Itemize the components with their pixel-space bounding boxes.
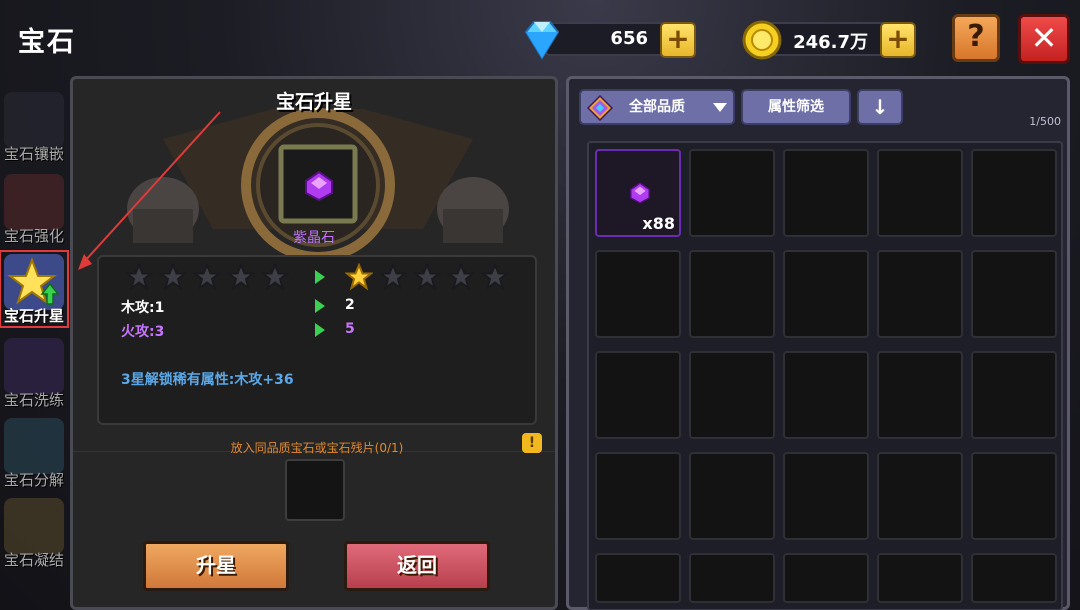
inventory-slot[interactable]	[783, 149, 869, 237]
amethyst-gem-icon	[305, 170, 333, 202]
current-star	[227, 263, 255, 291]
next-star	[481, 263, 509, 291]
tab-label: 宝石分解	[3, 471, 64, 489]
stats-box: 木攻:1 2 火攻:3 5 3星解锁稀有属性:木攻+36	[97, 255, 537, 425]
page-title: 宝石	[18, 27, 76, 58]
rainbow-gem-icon	[587, 95, 613, 121]
diamond-value: 656	[610, 28, 648, 49]
stat-wood-attack-next: 2	[345, 297, 355, 313]
quality-filter-label: 全部品质	[629, 99, 685, 115]
inventory-slot[interactable]	[595, 250, 681, 338]
gem-inlay-icon	[4, 92, 64, 148]
star-rating-row	[99, 263, 535, 293]
inventory-slot[interactable]	[971, 250, 1057, 338]
close-button[interactable]: ✕	[1018, 14, 1070, 64]
upgrade-star-button[interactable]: 升星	[143, 541, 289, 591]
inventory-slot[interactable]	[689, 553, 775, 603]
help-button[interactable]: ?	[952, 14, 1000, 62]
inventory-slot[interactable]	[877, 553, 963, 603]
inventory-slot[interactable]	[877, 351, 963, 439]
upgrade-panel: 宝石升星 紫晶石 木攻:1 2 火攻:3 5 3星解锁稀有属性:木攻+36 放入…	[70, 76, 558, 610]
arrow-right-icon	[315, 323, 325, 337]
quality-filter-dropdown[interactable]: 全部品质	[579, 89, 735, 125]
inventory-slot[interactable]	[971, 452, 1057, 540]
stat-fire-attack-next: 5	[345, 321, 355, 337]
active-tab-highlight	[0, 250, 69, 328]
tab-gem-condense[interactable]: 宝石凝结	[0, 494, 68, 570]
inventory-slot[interactable]	[595, 452, 681, 540]
gold-coin-icon	[742, 20, 782, 60]
rare-unlock-label: 3星解锁稀有属性:	[121, 372, 235, 388]
tab-gem-enhance[interactable]: 宝石强化	[0, 170, 68, 246]
inventory-slot[interactable]	[595, 351, 681, 439]
inventory-slot[interactable]	[783, 250, 869, 338]
inventory-slot[interactable]	[971, 351, 1057, 439]
material-slot[interactable]	[285, 459, 345, 521]
current-star	[193, 263, 221, 291]
arrow-right-icon	[315, 270, 325, 284]
inventory-slot[interactable]	[689, 149, 775, 237]
next-star	[413, 263, 441, 291]
diamond-icon	[524, 21, 560, 60]
attribute-filter-label: 属性筛选	[768, 99, 824, 115]
sort-down-icon: ↓	[871, 95, 889, 119]
inventory-slot[interactable]	[877, 452, 963, 540]
gem-condense-icon	[4, 498, 64, 554]
item-quantity: x88	[642, 214, 675, 233]
tab-gem-inlay[interactable]: 宝石镶嵌	[0, 88, 68, 164]
gold-value: 246.7万	[793, 32, 868, 53]
current-star	[125, 263, 153, 291]
inventory-slot[interactable]	[877, 149, 963, 237]
inventory-slot[interactable]	[783, 452, 869, 540]
next-star	[345, 263, 373, 291]
tab-label: 宝石凝结	[3, 551, 64, 569]
inventory-slot[interactable]	[971, 149, 1057, 237]
gem-name: 紫晶石	[293, 230, 335, 246]
back-button[interactable]: 返回	[344, 541, 490, 591]
chevron-down-icon	[713, 103, 727, 112]
current-star	[261, 263, 289, 291]
inventory-grid: x88	[587, 141, 1063, 610]
inventory-slot[interactable]	[595, 553, 681, 603]
rare-unlock-value: 木攻+36	[234, 372, 294, 388]
gold-counter: 246.7万 +	[742, 20, 916, 60]
arrow-right-icon	[315, 299, 325, 313]
inventory-slot[interactable]	[971, 553, 1057, 603]
tab-label: 宝石镶嵌	[3, 145, 64, 163]
inventory-slot[interactable]	[689, 351, 775, 439]
inventory-slot[interactable]	[689, 452, 775, 540]
inventory-slot[interactable]	[877, 250, 963, 338]
tab-gem-refine[interactable]: 宝石洗练	[0, 334, 68, 410]
current-star	[159, 263, 187, 291]
inventory-slot[interactable]: x88	[595, 149, 681, 237]
panel-title: 宝石升星	[275, 91, 352, 113]
sort-button[interactable]: ↓	[857, 89, 903, 125]
diamond-counter: 656 +	[524, 21, 696, 60]
tab-gem-decompose[interactable]: 宝石分解	[0, 414, 68, 490]
inventory-slot[interactable]	[783, 351, 869, 439]
tab-label: 宝石强化	[3, 227, 64, 245]
next-star	[379, 263, 407, 291]
add-diamonds-button[interactable]: +	[660, 22, 696, 58]
inventory-slot[interactable]	[689, 250, 775, 338]
amethyst-gem-icon	[630, 182, 650, 204]
rare-unlock-text: 3星解锁稀有属性:木攻+36	[121, 369, 294, 389]
next-star	[447, 263, 475, 291]
gem-decompose-icon	[4, 418, 64, 474]
warning-icon[interactable]: !	[522, 433, 542, 453]
attribute-filter-button[interactable]: 属性筛选	[741, 89, 851, 125]
tab-label: 宝石洗练	[3, 391, 64, 409]
gem-enhance-icon	[4, 174, 64, 230]
add-gold-button[interactable]: +	[880, 22, 916, 58]
inventory-panel: 全部品质 属性筛选 ↓ 1/500 x88	[566, 76, 1070, 610]
material-hint: 放入同品质宝石或宝石残片(0/1)	[230, 441, 404, 455]
stat-wood-attack: 木攻:1	[121, 300, 165, 316]
gem-refine-icon	[4, 338, 64, 394]
inventory-slot[interactable]	[783, 553, 869, 603]
stat-fire-attack: 火攻:3	[121, 324, 165, 340]
inventory-capacity: 1/500	[1029, 115, 1061, 128]
